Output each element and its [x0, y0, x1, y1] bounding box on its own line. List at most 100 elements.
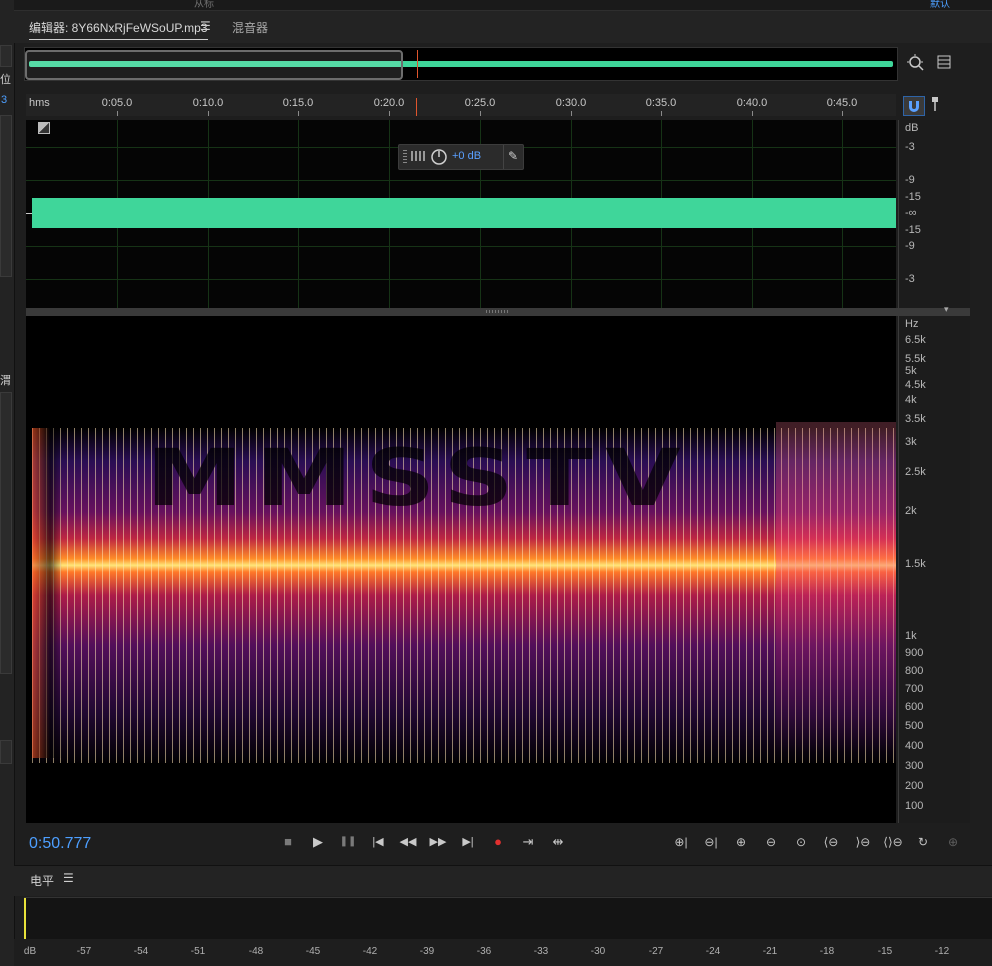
- ruler-tick-label: 0:20.0: [373, 97, 405, 109]
- zoom-selection-icon[interactable]: ⟨⟩⊖: [880, 832, 906, 852]
- fast-forward-button[interactable]: ▶▶: [427, 832, 449, 852]
- panel-divider[interactable]: ▾: [26, 304, 970, 316]
- play-button[interactable]: ▶: [307, 832, 329, 852]
- gain-knob-icon[interactable]: [430, 148, 448, 169]
- hz-label: 2k: [905, 505, 917, 517]
- magnet-snap-icon[interactable]: [903, 96, 925, 116]
- waveform-overview[interactable]: [24, 47, 898, 81]
- go-to-start-button[interactable]: |◀: [367, 832, 389, 852]
- ruler-tick: [661, 111, 662, 116]
- pin-icon[interactable]: ✎: [508, 149, 518, 163]
- levels-menu-icon[interactable]: ☰: [63, 871, 74, 885]
- ruler-tick-label: 0:25.0: [464, 97, 496, 109]
- zoom-out-full-icon[interactable]: ⊙: [788, 832, 814, 852]
- ruler-tick-label: 0:10.0: [192, 97, 224, 109]
- hz-label: 3.5k: [905, 413, 926, 425]
- ruler-tick: [571, 111, 572, 116]
- tab-menu-icon[interactable]: ☰: [200, 19, 211, 33]
- db-label: -9: [905, 240, 915, 252]
- zoom-in-point-icon[interactable]: ⟨⊖: [818, 832, 844, 852]
- meter-label: -27: [648, 946, 664, 957]
- hz-label: 500: [905, 720, 924, 732]
- db-label: -9: [905, 174, 915, 186]
- left-panel-control-2[interactable]: [0, 740, 12, 764]
- left-panel-list-2: [0, 392, 12, 674]
- db-label: -3: [905, 141, 915, 153]
- zoom-out-amplitude-icon[interactable]: ⊖|: [698, 832, 724, 852]
- db-label: -15: [905, 224, 921, 236]
- tab-editor[interactable]: 编辑器: 8Y66NxRjFeWSoUP.mp3: [29, 19, 208, 40]
- hz-label: 400: [905, 740, 924, 752]
- levels-header: [14, 865, 992, 896]
- current-time-display[interactable]: 0:50.777: [29, 835, 91, 853]
- go-to-end-button[interactable]: ▶|: [457, 832, 479, 852]
- meter-label: -54: [133, 946, 149, 957]
- right-gutter: [970, 120, 992, 823]
- zoom-out-point-icon[interactable]: ⟩⊖: [850, 832, 876, 852]
- spectrogram-overlay-text: MMSSTV: [146, 434, 694, 524]
- left-panel-label-2: 渭: [0, 375, 11, 387]
- zoom-to-fit-icon[interactable]: [906, 53, 926, 77]
- pause-button[interactable]: ❚❚: [337, 832, 359, 852]
- pin-marker-icon[interactable]: [928, 96, 942, 114]
- collapse-icon[interactable]: ▾: [944, 304, 949, 315]
- panel-list-icon[interactable]: [936, 54, 952, 74]
- skip-selection-button[interactable]: ⇹: [547, 832, 569, 852]
- overview-viewport-handle[interactable]: [25, 50, 403, 80]
- zoom-reset-icon[interactable]: ↻: [910, 832, 936, 852]
- meter-label: -48: [248, 946, 264, 957]
- hud-grip[interactable]: [403, 149, 407, 163]
- db-label: -15: [905, 191, 921, 203]
- amplitude-scale[interactable]: dB -3 -9 -15 -∞ -15 -9 -3: [898, 120, 971, 308]
- db-label: -∞: [905, 207, 917, 219]
- hz-label: 3k: [905, 436, 917, 448]
- record-button[interactable]: ●: [487, 832, 509, 852]
- hz-label: 100: [905, 800, 924, 812]
- db-label: -3: [905, 273, 915, 285]
- tab-mixer[interactable]: 混音器: [232, 19, 268, 36]
- levels-title[interactable]: 电平: [30, 872, 54, 889]
- meter-unit: dB: [23, 946, 37, 957]
- hz-label: 900: [905, 647, 924, 659]
- hz-label: 600: [905, 701, 924, 713]
- zoom-in-amplitude-icon[interactable]: ⊕|: [668, 832, 694, 852]
- left-panel-value: 3: [1, 94, 8, 106]
- frequency-scale[interactable]: Hz 6.5k 5.5k 5k 4.5k 4k 3.5k 3k 2.5k 2k …: [898, 316, 971, 823]
- left-panel-control[interactable]: [0, 45, 12, 67]
- left-panel-list: [0, 115, 12, 277]
- hz-label: 1.5k: [905, 558, 926, 570]
- hz-label: 700: [905, 683, 924, 695]
- meter-label: -12: [934, 946, 950, 957]
- hz-label: 300: [905, 760, 924, 772]
- zoom-disabled-icon: ⊕: [947, 835, 959, 849]
- spectral-display[interactable]: MMSSTV: [26, 316, 896, 823]
- loop-playback-button[interactable]: ⇥: [517, 832, 539, 852]
- hz-label: 800: [905, 665, 924, 677]
- time-ruler[interactable]: hms 0:05.0 0:10.0 0:15.0 0:20.0 0:25.0 0…: [26, 94, 896, 116]
- level-bars-icon: [411, 151, 425, 161]
- gain-value[interactable]: +0 dB: [452, 150, 481, 162]
- stop-button[interactable]: ■: [277, 832, 299, 852]
- meter-label: -45: [305, 946, 321, 957]
- overview-playhead: [417, 50, 418, 78]
- ruler-unit: hms: [29, 97, 50, 109]
- hz-label: 200: [905, 780, 924, 792]
- zoom-in-time-icon[interactable]: ⊕: [728, 832, 754, 852]
- gain-hud[interactable]: +0 dB ✎: [398, 144, 524, 170]
- ruler-tick-label: 0:35.0: [645, 97, 677, 109]
- ruler-playhead[interactable]: [416, 98, 417, 116]
- spectrogram-start: [32, 428, 62, 758]
- hz-label: 6.5k: [905, 334, 926, 346]
- waveform-toggle-icon[interactable]: [38, 122, 50, 134]
- ruler-tick: [752, 111, 753, 116]
- top-strip-right-text[interactable]: 默认: [930, 0, 950, 10]
- left-panel-label: 位: [0, 74, 11, 86]
- zoom-out-time-icon[interactable]: ⊖: [758, 832, 784, 852]
- rewind-button[interactable]: ◀◀: [397, 832, 419, 852]
- ruler-tick: [117, 111, 118, 116]
- editor-tab-bar: 编辑器: 8Y66NxRjFeWSoUP.mp3 ☰ 混音器: [14, 11, 992, 43]
- ruler-tick: [842, 111, 843, 116]
- meter-label: -30: [590, 946, 606, 957]
- divider-grip[interactable]: [486, 310, 510, 313]
- ruler-tick-label: 0:30.0: [555, 97, 587, 109]
